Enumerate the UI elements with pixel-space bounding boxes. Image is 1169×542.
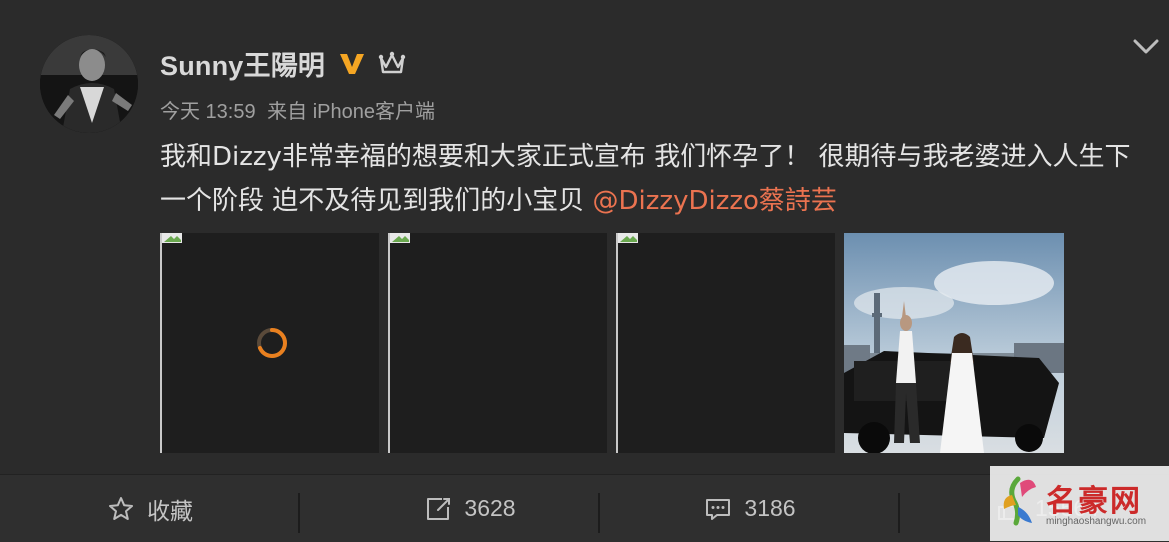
image-thumb-photo[interactable] bbox=[844, 233, 1064, 453]
weibo-post-card: Sunny王陽明 今天 13:59 来自 iPhone客户端 我和Dizzy非常… bbox=[0, 0, 1169, 470]
site-watermark: 名豪网 minghaoshangwu.com bbox=[990, 466, 1169, 541]
image-thumb-loading[interactable] bbox=[160, 233, 379, 453]
favorite-button[interactable]: 收藏 bbox=[0, 475, 300, 542]
broken-image-icon bbox=[390, 233, 410, 243]
chevron-down-icon[interactable] bbox=[1130, 30, 1162, 62]
image-thumb-broken[interactable] bbox=[388, 233, 607, 453]
user-mention-link[interactable]: @DizzyDizzo蔡詩芸 bbox=[593, 186, 837, 216]
post-content: 我和Dizzy非常幸福的想要和大家正式宣布 我们怀孕了！ 很期待与我老婆进入人生… bbox=[160, 135, 1150, 223]
user-row: Sunny王陽明 bbox=[160, 43, 407, 83]
loading-spinner-icon bbox=[257, 328, 287, 358]
comment-count: 3186 bbox=[744, 495, 796, 521]
divider bbox=[298, 493, 300, 533]
post-source[interactable]: 来自 iPhone客户端 bbox=[267, 101, 435, 123]
share-icon bbox=[427, 497, 451, 520]
verified-v-icon[interactable] bbox=[337, 48, 367, 78]
favorite-label: 收藏 bbox=[147, 497, 193, 524]
comment-icon bbox=[706, 498, 731, 520]
watermark-title: 名豪网 bbox=[1046, 484, 1142, 519]
post-time[interactable]: 今天 13:59 bbox=[160, 101, 256, 123]
watermark-logo-icon bbox=[1003, 476, 1036, 526]
repost-count: 3628 bbox=[464, 495, 516, 521]
image-thumb-broken[interactable] bbox=[616, 233, 835, 453]
user-avatar[interactable] bbox=[40, 35, 138, 133]
broken-image-icon bbox=[162, 233, 182, 243]
username[interactable]: Sunny王陽明 bbox=[160, 44, 325, 83]
comment-button[interactable]: 3186 bbox=[600, 475, 900, 542]
broken-image-icon bbox=[618, 233, 638, 243]
repost-button[interactable]: 3628 bbox=[320, 475, 620, 542]
divider bbox=[898, 493, 900, 533]
watermark-url: minghaoshangwu.com bbox=[1046, 516, 1147, 527]
crown-icon[interactable] bbox=[377, 48, 407, 78]
star-icon bbox=[109, 496, 133, 520]
post-meta: 今天 13:59 来自 iPhone客户端 bbox=[160, 95, 441, 124]
